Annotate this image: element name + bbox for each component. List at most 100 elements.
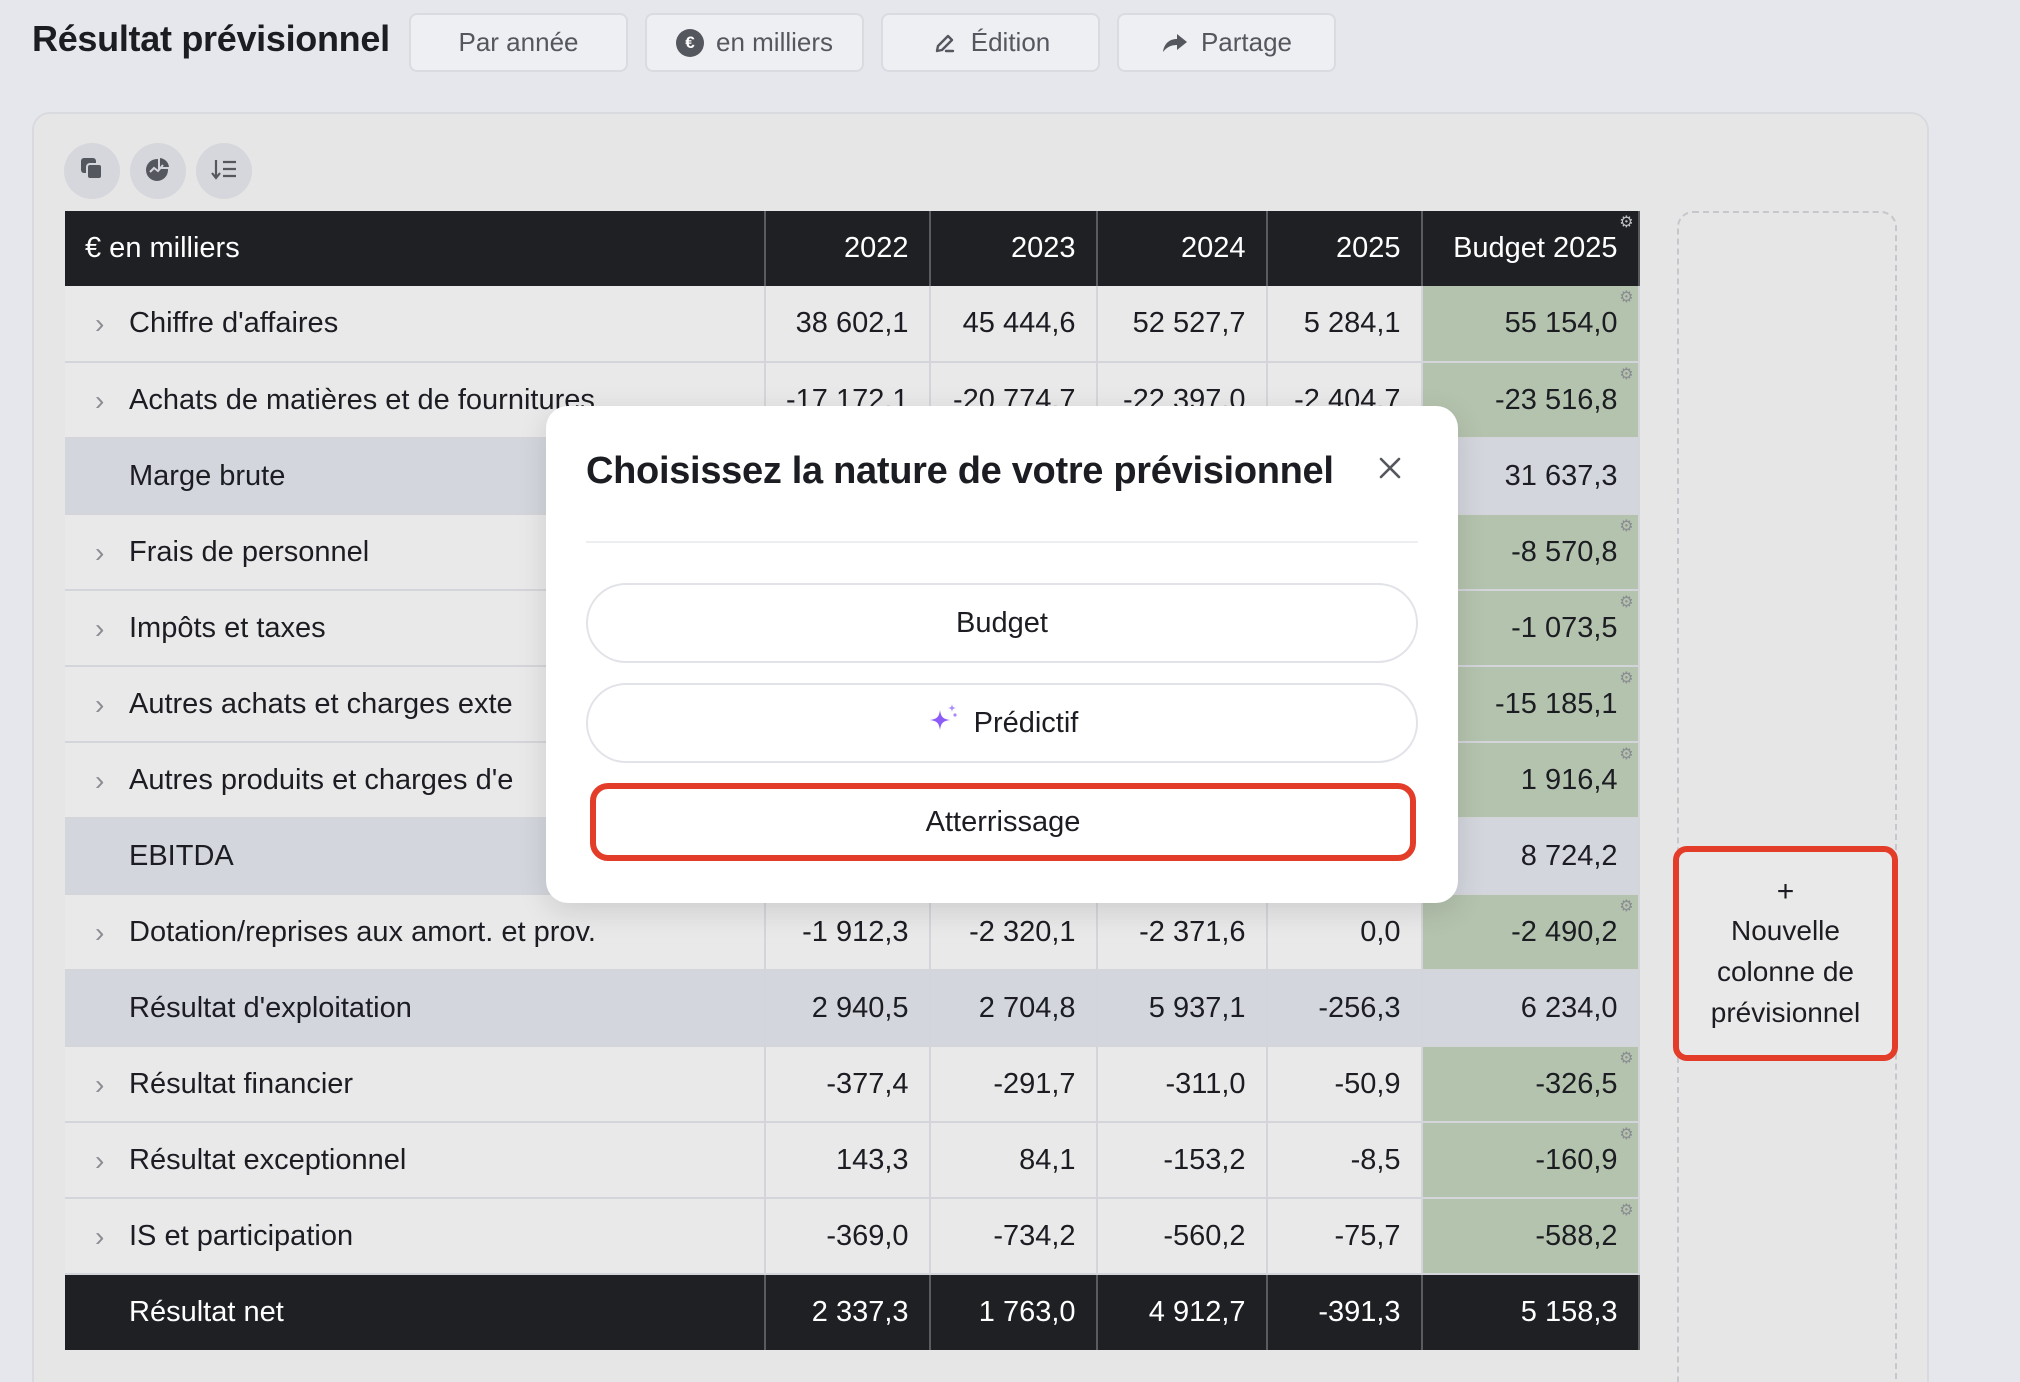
row-label-text: Résultat exceptionnel — [129, 1143, 407, 1176]
gear-icon[interactable]: ⚙ — [1618, 290, 1633, 306]
budget-cell[interactable]: -326,5 ⚙ — [1421, 1046, 1640, 1123]
row-label[interactable]: › IS et participation — [65, 1198, 766, 1275]
new-column-label-line2: colonne de — [1716, 956, 1854, 987]
table-row[interactable]: › IS et participation -369,0 -734,2 -560,… — [65, 1198, 1640, 1275]
budget-cell-value: -2 490,2 — [1511, 915, 1618, 948]
table-row[interactable]: › Résultat exceptionnel 143,3 84,1 -153,2… — [65, 1122, 1640, 1199]
chevron-right-icon[interactable]: › — [95, 613, 104, 645]
units-label: en milliers — [715, 27, 834, 57]
option-atterrissage-button[interactable]: Atterrissage — [590, 783, 1416, 861]
edition-button[interactable]: Édition — [881, 13, 1100, 72]
new-column-label-line1: Nouvelle — [1731, 915, 1840, 946]
table-cell: 84,1 — [929, 1122, 1098, 1199]
table-cell: -2 371,6 — [1096, 894, 1268, 971]
gear-icon[interactable]: ⚙ — [1618, 671, 1633, 687]
chevron-right-icon[interactable]: › — [95, 689, 104, 721]
total-row: Résultat net 2 337,3 1 763,0 4 912,7 -39… — [65, 1274, 1640, 1350]
table-cell: -256,3 — [1266, 970, 1423, 1047]
budget-cell-value: -160,9 — [1535, 1143, 1618, 1176]
row-label-text: Résultat net — [129, 1296, 284, 1328]
gear-icon[interactable]: ⚙ — [1618, 747, 1633, 763]
row-label-text: Résultat d'exploitation — [129, 991, 412, 1024]
budget-cell[interactable]: 55 154,0 ⚙ — [1421, 286, 1640, 363]
page: Résultat prévisionnel Par année € en mil… — [0, 0, 2020, 1382]
budget-cell-value: 8 724,2 — [1520, 839, 1618, 872]
gear-icon[interactable]: ⚙ — [1618, 595, 1633, 611]
budget-cell[interactable]: -2 490,2 ⚙ — [1421, 894, 1640, 971]
chevron-right-icon[interactable]: › — [95, 385, 104, 417]
subtotal-row: Résultat d'exploitation 2 940,5 2 704,8 … — [65, 970, 1640, 1047]
budget-cell[interactable]: -588,2 ⚙ — [1421, 1198, 1640, 1275]
table-cell: -75,7 — [1266, 1198, 1423, 1275]
table-cell: 4 912,7 — [1096, 1274, 1268, 1350]
copy-tool-button[interactable] — [64, 143, 120, 199]
option-budget-button[interactable]: Budget — [586, 583, 1418, 663]
budget-cell-value: -326,5 — [1535, 1067, 1618, 1100]
gear-icon[interactable]: ⚙ — [1618, 1203, 1633, 1219]
table-cell: 52 527,7 — [1096, 286, 1268, 363]
gear-icon[interactable]: ⚙ — [1618, 519, 1633, 535]
row-label[interactable]: › Résultat exceptionnel — [65, 1122, 766, 1199]
chevron-right-icon[interactable]: › — [95, 1069, 104, 1101]
budget-cell-value: -588,2 — [1535, 1219, 1618, 1252]
forecast-type-modal: Choisissez la nature de votre prévisionn… — [546, 406, 1458, 903]
row-label: Résultat net — [65, 1274, 766, 1350]
table-row[interactable]: › Chiffre d'affaires 38 602,1 45 444,6 52… — [65, 286, 1640, 363]
row-label[interactable]: › Résultat financier — [65, 1046, 766, 1123]
column-header-2025[interactable]: 2025 — [1266, 211, 1423, 286]
table-row[interactable]: › Résultat financier -377,4 -291,7 -311,0… — [65, 1046, 1640, 1123]
column-header-budget-2025[interactable]: Budget 2025 ⚙ — [1421, 211, 1640, 286]
chevron-right-icon[interactable]: › — [95, 1221, 104, 1253]
chevron-right-icon[interactable]: › — [95, 308, 104, 340]
new-forecast-column-button[interactable]: + Nouvelle colonne de prévisionnel — [1673, 846, 1898, 1061]
table-cell: 5 158,3 — [1421, 1274, 1640, 1350]
budget-cell[interactable]: -160,9 ⚙ — [1421, 1122, 1640, 1199]
option-budget-label: Budget — [956, 606, 1048, 639]
table-cell: 5 937,1 — [1096, 970, 1268, 1047]
row-label-text: Chiffre d'affaires — [129, 307, 339, 339]
budget-cell-value: 55 154,0 — [1504, 307, 1618, 339]
table-cell: 38 602,1 — [765, 286, 931, 363]
gear-icon[interactable]: ⚙ — [1618, 1051, 1633, 1067]
share-arrow-icon — [1161, 29, 1189, 57]
column-header-2023[interactable]: 2023 — [929, 211, 1098, 286]
gear-icon[interactable]: ⚙ — [1618, 1127, 1633, 1143]
chevron-right-icon[interactable]: › — [95, 765, 104, 797]
budget-cell-value: -1 073,5 — [1511, 611, 1618, 644]
budget-cell-value: 1 916,4 — [1520, 763, 1618, 796]
table-cell: 2 337,3 — [765, 1274, 931, 1350]
budget-cell-value: 31 637,3 — [1504, 459, 1618, 492]
chevron-right-icon[interactable]: › — [95, 537, 104, 569]
table-cell: -377,4 — [765, 1046, 931, 1123]
row-label[interactable]: › Chiffre d'affaires — [65, 286, 766, 363]
chart-tool-button[interactable] — [130, 143, 186, 199]
close-icon[interactable] — [1372, 450, 1408, 486]
partage-button[interactable]: Partage — [1117, 13, 1336, 72]
table-cell: -369,0 — [765, 1198, 931, 1275]
column-header-2022[interactable]: 2022 — [765, 211, 931, 286]
chevron-right-icon[interactable]: › — [95, 1145, 104, 1177]
table-row[interactable]: › Dotation/reprises aux amort. et prov. -… — [65, 894, 1640, 971]
sort-icon — [211, 157, 237, 186]
par-annee-button[interactable]: Par année — [409, 13, 628, 72]
chevron-right-icon[interactable]: › — [95, 917, 104, 949]
option-atterrissage-label: Atterrissage — [925, 805, 1081, 838]
page-title: Résultat prévisionnel — [32, 18, 390, 59]
gear-icon[interactable]: ⚙ — [1618, 215, 1633, 231]
gear-icon[interactable]: ⚙ — [1618, 367, 1633, 383]
edition-label: Édition — [970, 27, 1051, 57]
table-cell: 45 444,6 — [929, 286, 1098, 363]
column-header-2024[interactable]: 2024 — [1096, 211, 1268, 286]
row-label-text: Achats de matières et de fournitures — [129, 383, 595, 416]
table-cell: -560,2 — [1096, 1198, 1268, 1275]
gear-icon[interactable]: ⚙ — [1618, 899, 1633, 915]
row-label[interactable]: › Dotation/reprises aux amort. et prov. — [65, 894, 766, 971]
option-predictif-button[interactable]: Prédictif — [586, 683, 1418, 763]
table-cell: -1 912,3 — [765, 894, 931, 971]
table-cell: 2 940,5 — [765, 970, 931, 1047]
row-label: Résultat d'exploitation — [65, 970, 766, 1047]
sort-tool-button[interactable] — [196, 143, 252, 199]
row-label-text: Autres achats et charges exte — [129, 687, 513, 720]
table-cell: 2 704,8 — [929, 970, 1098, 1047]
units-button[interactable]: € en milliers — [645, 13, 864, 72]
